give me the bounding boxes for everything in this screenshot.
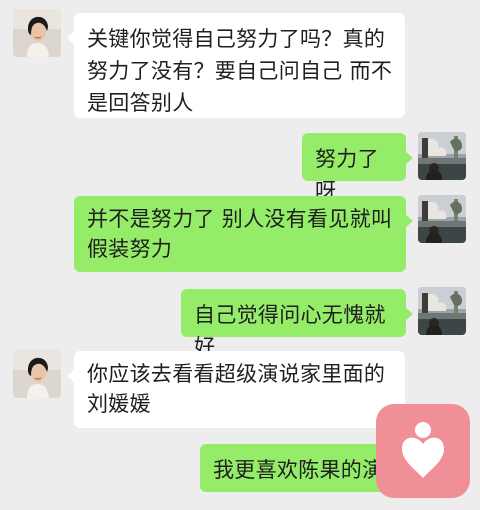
contact-avatar[interactable] — [13, 350, 61, 398]
message-text: 我更喜欢陈果的演 — [213, 458, 384, 482]
my-avatar[interactable] — [418, 287, 466, 335]
my-avatar[interactable] — [418, 195, 466, 243]
message-text: 你应该去看看超级演说家里面的刘媛媛 — [87, 362, 386, 416]
contact-avatar[interactable] — [13, 9, 61, 57]
incoming-message-bubble[interactable]: 你应该去看看超级演说家里面的刘媛媛 — [67, 351, 405, 428]
message-text: 关键你觉得自己努力了吗？真的努力了没有？要自己问自己 而不是回答别人 — [87, 27, 393, 115]
incoming-message-bubble[interactable]: 关键你觉得自己努力了吗？真的努力了没有？要自己问自己 而不是回答别人 — [67, 13, 405, 118]
message-text: 努力了呀 — [315, 147, 379, 203]
heart-person-icon — [402, 422, 444, 478]
outgoing-message-bubble[interactable]: 自己觉得问心无愧就好 — [181, 289, 413, 359]
my-avatar[interactable] — [418, 132, 466, 180]
message-text: 并不是努力了 别人没有看见就叫假装努力 — [87, 207, 393, 261]
outgoing-message-bubble[interactable]: 努力了呀 — [302, 133, 413, 203]
outgoing-message-bubble[interactable]: 并不是努力了 别人没有看见就叫假装努力 — [74, 196, 413, 272]
floating-heart-button[interactable] — [376, 404, 470, 498]
